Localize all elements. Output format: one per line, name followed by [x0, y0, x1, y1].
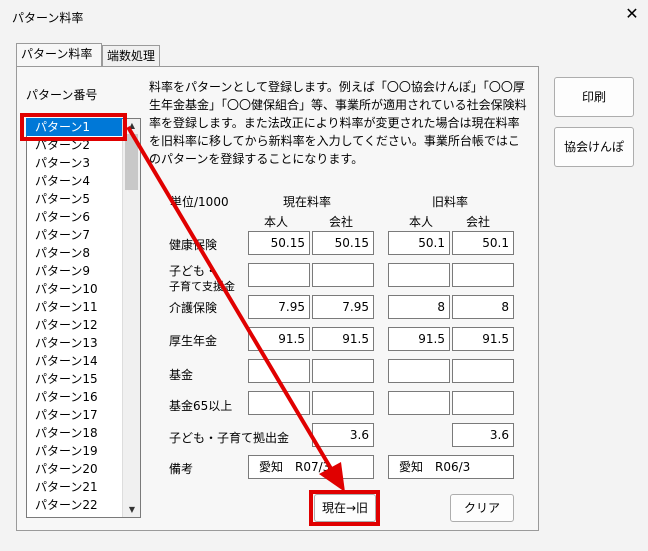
fund65-old-self-field[interactable] [388, 391, 450, 415]
current-rate-header: 現在料率 [283, 195, 332, 209]
list-item[interactable]: パターン11 [35, 299, 98, 315]
list-item[interactable]: パターン14 [35, 353, 98, 369]
care-current-self-field[interactable]: 7.95 [248, 295, 310, 319]
child-support-label-1: 子ども・ [169, 264, 218, 278]
kyokai-kenpo-button[interactable]: 協会けんぽ [554, 127, 634, 167]
list-item[interactable]: パターン4 [35, 173, 90, 189]
tab-rounding[interactable]: 端数処理 [102, 45, 160, 66]
copy-current-to-old-button[interactable]: 現在→旧 [314, 494, 376, 522]
care-old-self-field[interactable]: 8 [388, 295, 450, 319]
list-item[interactable]: パターン20 [35, 461, 98, 477]
list-item[interactable]: パターン8 [35, 245, 90, 261]
care-old-company-field[interactable]: 8 [452, 295, 514, 319]
list-item[interactable]: パターン13 [35, 335, 98, 351]
contribution-current-field[interactable]: 3.6 [312, 423, 374, 447]
current-company-header: 会社 [329, 215, 354, 229]
pension-old-self-field[interactable]: 91.5 [388, 327, 450, 351]
description-text: 料率をパターンとして登録します。例えば「〇〇協会けんぽ」「〇〇厚生年金基金」「〇… [149, 80, 527, 166]
clear-button[interactable]: クリア [450, 494, 514, 522]
scroll-thumb[interactable] [125, 134, 138, 190]
list-item[interactable]: パターン10 [35, 281, 98, 297]
child-contribution-label: 子ども・子育て拠出金 [169, 431, 290, 445]
list-item[interactable]: パターン19 [35, 443, 98, 459]
list-item[interactable]: パターン7 [35, 227, 90, 243]
notes-current-field[interactable]: 愛知 R07/3 [248, 455, 374, 479]
health-old-company-field[interactable]: 50.1 [452, 231, 514, 255]
list-item[interactable]: パターン17 [35, 407, 98, 423]
scroll-up-icon[interactable]: ▲ [124, 119, 140, 133]
list-item[interactable]: パターン15 [35, 371, 98, 387]
notes-label: 備考 [169, 462, 194, 476]
list-item[interactable]: パターン6 [35, 209, 90, 225]
fund-old-company-field[interactable] [452, 359, 514, 383]
window-title: パターン料率 [12, 11, 84, 25]
pension-current-self-field[interactable]: 91.5 [248, 327, 310, 351]
fund65-current-company-field[interactable] [312, 391, 374, 415]
fund-current-self-field[interactable] [248, 359, 310, 383]
old-rate-header: 旧料率 [432, 195, 469, 209]
list-item[interactable]: パターン18 [35, 425, 98, 441]
health-current-self-field[interactable]: 50.15 [248, 231, 310, 255]
child-support-label-2: 子育て支援金 [169, 280, 235, 293]
list-scrollbar[interactable]: ▲ ▼ [122, 119, 140, 517]
unit-header: 単位/1000 [170, 195, 229, 209]
print-button[interactable]: 印刷 [554, 77, 634, 117]
pension-current-company-field[interactable]: 91.5 [312, 327, 374, 351]
care-insurance-label: 介護保険 [169, 301, 218, 315]
pension-old-company-field[interactable]: 91.5 [452, 327, 514, 351]
list-item[interactable]: パターン12 [35, 317, 98, 333]
fund-label: 基金 [169, 368, 194, 382]
child-current-company-field[interactable] [312, 263, 374, 287]
list-item[interactable]: パターン16 [35, 389, 98, 405]
health-current-company-field[interactable]: 50.15 [312, 231, 374, 255]
fund65-current-self-field[interactable] [248, 391, 310, 415]
fund-old-self-field[interactable] [388, 359, 450, 383]
current-self-header: 本人 [264, 215, 289, 229]
tab-pattern-rate[interactable]: パターン料率 [16, 43, 102, 66]
child-old-company-field[interactable] [452, 263, 514, 287]
fund-current-company-field[interactable] [312, 359, 374, 383]
contribution-old-field[interactable]: 3.6 [452, 423, 514, 447]
list-item[interactable]: パターン5 [35, 191, 90, 207]
health-old-self-field[interactable]: 50.1 [388, 231, 450, 255]
pattern-number-label: パターン番号 [26, 88, 98, 102]
care-current-company-field[interactable]: 7.95 [312, 295, 374, 319]
list-item[interactable]: パターン1 [35, 119, 90, 135]
fund65-old-company-field[interactable] [452, 391, 514, 415]
scroll-down-icon[interactable]: ▼ [124, 503, 140, 517]
fund-65-label: 基金65以上 [169, 399, 233, 413]
child-old-self-field[interactable] [388, 263, 450, 287]
list-item[interactable]: パターン3 [35, 155, 90, 171]
old-self-header: 本人 [409, 215, 434, 229]
child-current-self-field[interactable] [248, 263, 310, 287]
list-item[interactable]: パターン21 [35, 479, 98, 495]
notes-old-field[interactable]: 愛知 R06/3 [388, 455, 514, 479]
list-item[interactable]: パターン22 [35, 497, 98, 513]
list-item[interactable]: パターン9 [35, 263, 90, 279]
health-insurance-label: 健康保険 [169, 238, 218, 252]
old-company-header: 会社 [466, 215, 491, 229]
pension-label: 厚生年金 [169, 334, 218, 348]
list-item[interactable]: パターン2 [35, 137, 90, 153]
close-icon[interactable]: ✕ [621, 3, 643, 25]
